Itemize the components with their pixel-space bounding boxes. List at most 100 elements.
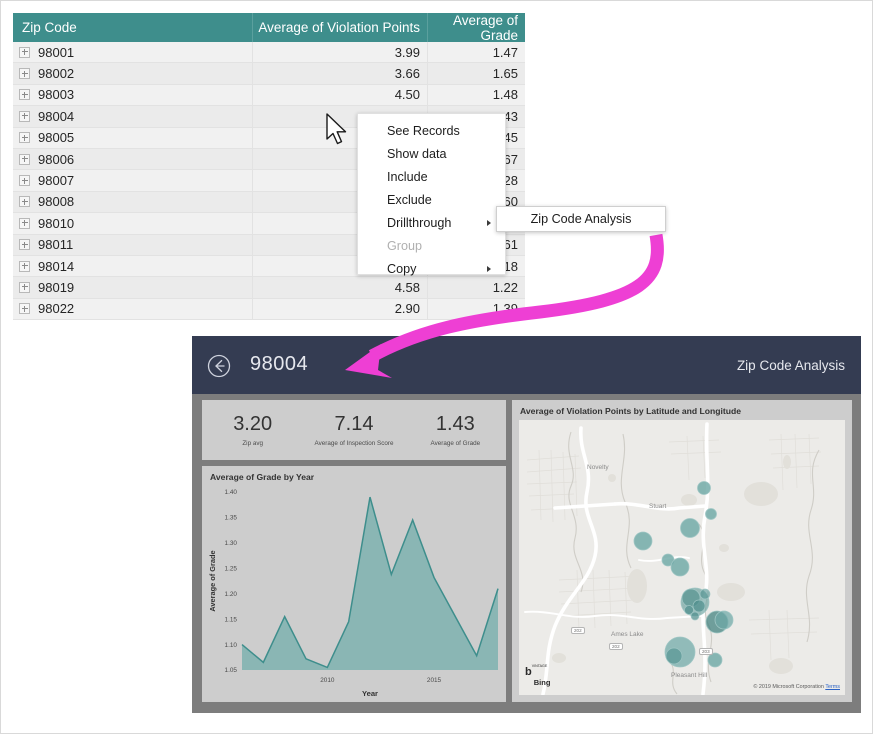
expand-plus-icon[interactable] [19,303,30,314]
table-row[interactable]: 98003 4.501.48 [13,85,525,106]
cell-zip-code[interactable]: 98005 [13,128,253,148]
kpi-value: 1.43 [436,414,475,434]
zip-code-value: 98002 [38,66,74,81]
cell-zip-code[interactable]: 98004 [13,106,253,126]
cell-violation-points[interactable]: 4.58 [253,277,428,297]
cell-grade[interactable]: 1.48 [428,85,525,105]
submenu-item-zip-code-analysis[interactable]: Zip Code Analysis [531,212,632,226]
context-menu-item-label: Group [387,239,422,253]
report-page-title: Zip Code Analysis [737,358,845,373]
chevron-right-icon [487,220,491,226]
zip-code-value: 98003 [38,87,74,102]
cell-zip-code[interactable]: 98001 [13,42,253,62]
expand-plus-icon[interactable] [19,89,30,100]
y-axis-tick-label: 1.35 [225,515,238,522]
expand-plus-icon[interactable] [19,282,30,293]
table-row[interactable]: 980013.991.47 [13,42,525,63]
table-row[interactable]: 980222.901.39 [13,299,525,320]
matrix-header-row: Zip Code Average of Violation Points Ave… [13,13,525,42]
context-menu-item-exclude[interactable]: Exclude [358,188,505,211]
cell-violation-points[interactable]: 3.99 [253,42,428,62]
map-label-pleasant-hill: Pleasant Hill [671,672,707,679]
expand-plus-icon[interactable] [19,218,30,229]
cell-violation-points[interactable]: 3.66 [253,63,428,83]
context-menu-item-label: Drillthrough [387,216,451,230]
context-menu-item-label: Include [387,170,428,184]
map-title: Average of Violation Points by Latitude … [520,406,741,416]
mouse-cursor-icon [325,113,351,147]
cell-zip-code[interactable]: 98019 [13,277,253,297]
report-zip-value: 98004 [250,353,308,376]
cell-zip-code[interactable]: 98006 [13,149,253,169]
cell-grade[interactable]: 1.65 [428,63,525,83]
table-row[interactable]: 98002 3.661.65 [13,63,525,84]
y-axis-title: Average of Grade [208,550,217,611]
column-header-zip-code[interactable]: Zip Code [13,13,253,42]
context-menu-item-include[interactable]: Include [358,165,505,188]
map-label-ames-lake: Ames Lake [611,631,644,638]
map-label-stuart: Stuart [649,503,666,510]
kpi-tile[interactable]: 1.43Average of Grade [405,400,506,460]
map-credit-text: © 2019 Microsoft Corporation [753,684,824,690]
map-label-novelty: Novelty [587,464,609,471]
kpi-value: 3.20 [233,414,272,434]
column-header-violation-points[interactable]: Average of Violation Points [253,13,428,42]
kpi-label: Zip avg [242,440,263,447]
y-axis-tick-label: 1.30 [225,540,238,547]
expand-plus-icon[interactable] [19,175,30,186]
expand-plus-icon[interactable] [19,111,30,122]
map-shield-2: 202 [609,643,623,650]
expand-plus-icon[interactable] [19,154,30,165]
cell-grade[interactable]: 1.47 [428,42,525,62]
cell-zip-code[interactable]: 98022 [13,299,253,319]
kpi-card: 3.20 Zip avg 7.14Average of Inspection Sco… [202,400,506,460]
zip-code-value: 98006 [38,152,74,167]
report-header: 98004 Zip Code Analysis [192,336,861,394]
kpi-tile[interactable]: 3.20 Zip avg [202,400,303,460]
cell-zip-code[interactable]: 98007 [13,170,253,190]
bing-logo[interactable]: b VINTAGE Bing [525,654,550,690]
zip-code-value: 98019 [38,280,74,295]
table-row[interactable]: 98019 4.581.22 [13,277,525,298]
back-arrow-icon[interactable] [207,354,231,378]
zip-code-value: 98011 [38,237,73,252]
context-menu-item-copy[interactable]: Copy [358,257,505,280]
chart-title: Average of Grade by Year [210,472,314,482]
expand-plus-icon[interactable] [19,68,30,79]
context-menu-item-label: See Records [387,124,460,138]
x-axis-title: Year [362,689,378,698]
zip-code-value: 98010 [38,216,74,231]
expand-plus-icon[interactable] [19,261,30,272]
cell-zip-code[interactable]: 98002 [13,63,253,83]
y-axis-tick-label: 1.40 [225,489,238,496]
cell-violation-points[interactable]: 2.90 [253,299,428,319]
cell-grade[interactable]: 1.39 [428,299,525,319]
x-axis-tick-label: 2015 [427,677,442,684]
expand-plus-icon[interactable] [19,132,30,143]
kpi-tile[interactable]: 7.14Average of Inspection Score [303,400,404,460]
chevron-right-icon [487,266,491,272]
expand-plus-icon[interactable] [19,196,30,207]
column-header-grade[interactable]: Average of Grade [428,13,525,42]
drillthrough-report-panel: 98004 Zip Code Analysis 3.20 Zip avg 7.14A… [192,336,861,713]
zip-code-value: 98007 [38,173,74,188]
cell-zip-code[interactable]: 98010 [13,213,253,233]
map-terms-link[interactable]: Terms [825,684,840,690]
cell-violation-points[interactable]: 4.50 [253,85,428,105]
y-axis-tick-label: 1.10 [225,642,238,649]
zip-code-value: 98005 [38,130,74,145]
zip-code-value: 98004 [38,109,74,124]
cell-grade[interactable]: 1.22 [428,277,525,297]
cell-zip-code[interactable]: 98003 [13,85,253,105]
cell-zip-code[interactable]: 98008 [13,192,253,212]
expand-plus-icon[interactable] [19,239,30,250]
context-menu-item-drillthrough[interactable]: Drillthrough [358,211,505,234]
map-shield-3: 203 [699,648,713,655]
context-menu-item-see-records[interactable]: See Records [358,119,505,142]
context-menu-item-show-data[interactable]: Show data [358,142,505,165]
area-series-fill[interactable] [242,497,498,670]
cell-zip-code[interactable]: 98011 [13,235,253,255]
cell-zip-code[interactable]: 98014 [13,256,253,276]
expand-plus-icon[interactable] [19,47,30,58]
map-canvas[interactable]: Novelty Stuart Ames Lake Pleasant Hill 2… [519,420,845,695]
